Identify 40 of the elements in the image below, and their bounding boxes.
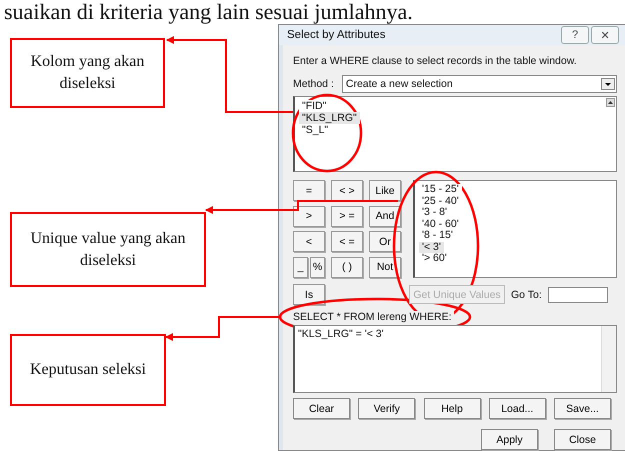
operator-button[interactable]: And	[369, 206, 401, 226]
operator-button[interactable]: =	[293, 180, 325, 201]
action-button[interactable]: Save...	[554, 398, 611, 419]
operator-button[interactable]: ( )	[331, 256, 363, 278]
heading-text: suaikan di kriteria yang lain sesuai jumlahnya.	[3, 0, 414, 24]
help-button[interactable]: ?	[561, 26, 589, 44]
scroll-up-icon	[606, 98, 615, 107]
operator-button[interactable]: _	[293, 256, 308, 278]
value-item[interactable]: '< 3'	[419, 242, 444, 253]
action-button[interactable]: Load...	[488, 398, 546, 419]
operator-button[interactable]: > =	[331, 206, 363, 226]
action-button[interactable]: Clear	[293, 398, 350, 419]
method-label: Method :	[293, 78, 334, 90]
operator-button[interactable]: Like	[369, 180, 401, 201]
method-dropdown[interactable]: Create a new selection	[342, 75, 617, 93]
query-field[interactable]: "KLS_LRG" = '< 3'	[293, 325, 617, 393]
query-label: SELECT * FROM lereng WHERE:	[293, 311, 454, 323]
scrollbar[interactable]	[601, 326, 616, 392]
operator-button[interactable]: %	[310, 256, 325, 278]
operator-button[interactable]: Not	[369, 256, 401, 278]
action-button[interactable]: Verify	[358, 398, 416, 419]
close-button[interactable]: ✕	[591, 26, 619, 44]
dialog-button[interactable]: Close	[554, 429, 611, 450]
field-item[interactable]: "KLS_LRG"	[299, 112, 360, 124]
window-title: Select by Attributes	[287, 29, 386, 41]
operator-button[interactable]: Or	[369, 231, 401, 252]
instruction-text: Enter a WHERE clause to select records in the table window.	[293, 55, 578, 67]
dialog-button[interactable]: Apply	[481, 429, 538, 450]
callout-box: Unique value yang akan diseleksi	[10, 212, 206, 287]
goto-field[interactable]	[548, 286, 608, 302]
goto-label: Go To:	[511, 288, 542, 300]
callout-box: Kolom yang akan diseleksi	[10, 38, 165, 108]
query-text: "KLS_LRG" = '< 3'	[298, 328, 384, 340]
operator-button[interactable]: Is	[293, 284, 325, 305]
operator-button[interactable]: < >	[331, 180, 363, 201]
action-button[interactable]: Help	[424, 398, 480, 419]
operator-button[interactable]: <	[293, 231, 325, 252]
operator-button[interactable]: >	[293, 206, 325, 226]
callout-box: Keputusan seleksi	[10, 334, 166, 406]
operator-button[interactable]: < =	[331, 231, 363, 252]
